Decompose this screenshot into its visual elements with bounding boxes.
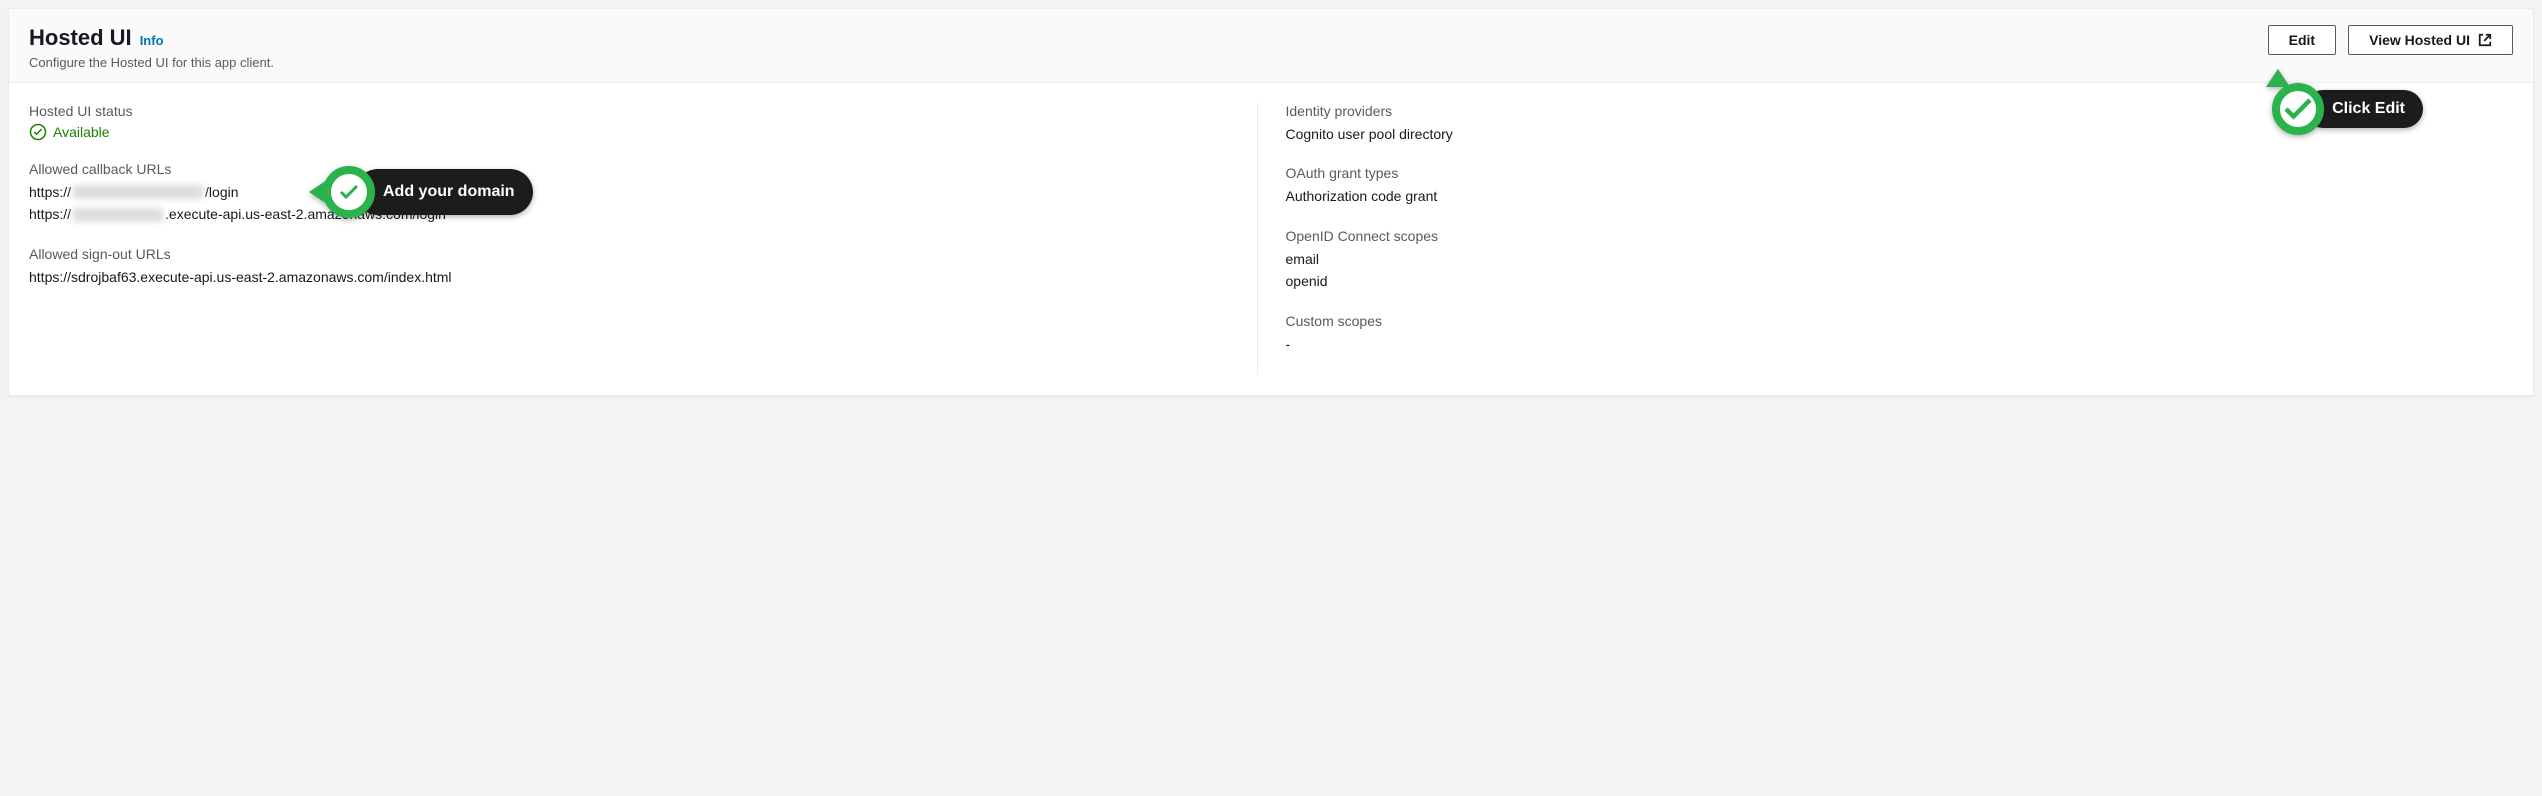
- callout-check-circle: [2272, 83, 2324, 135]
- status-value: Available: [53, 124, 110, 140]
- callout-check-circle: [323, 166, 375, 218]
- callback-label: Allowed callback URLs: [29, 161, 1237, 177]
- field-custom-scopes: Custom scopes -: [1286, 313, 2494, 355]
- hosted-ui-panel: Hosted UI Info Configure the Hosted UI f…: [8, 8, 2534, 396]
- panel-header: Hosted UI Info Configure the Hosted UI f…: [9, 9, 2533, 83]
- redacted-domain: [73, 208, 163, 222]
- scope-value-1: email: [1286, 248, 2494, 270]
- field-scopes: OpenID Connect scopes email openid: [1286, 228, 2494, 293]
- redacted-domain: [73, 185, 203, 199]
- subtitle: Configure the Hosted UI for this app cli…: [29, 55, 2268, 70]
- view-hosted-ui-label: View Hosted UI: [2369, 32, 2470, 48]
- signout-url-1: https://sdrojbaf63.execute-api.us-east-2…: [29, 266, 1237, 288]
- status-label: Hosted UI status: [29, 103, 1237, 119]
- check-icon: [2280, 91, 2316, 127]
- right-column: Identity providers Cognito user pool dir…: [1257, 103, 2514, 375]
- callback-url-2: https:// .execute-api.us-east-2.amazonaw…: [29, 203, 1237, 225]
- scope-value-2: openid: [1286, 270, 2494, 292]
- custom-scopes-value: -: [1286, 333, 2494, 355]
- scopes-label: OpenID Connect scopes: [1286, 228, 2494, 244]
- signout-label: Allowed sign-out URLs: [29, 246, 1237, 262]
- url-prefix: https://: [29, 181, 71, 203]
- callback-url-1: https:// /login Add your domain: [29, 181, 1237, 203]
- field-status: Hosted UI status Available: [29, 103, 1237, 141]
- url-prefix: https://: [29, 203, 71, 225]
- panel-body: Hosted UI status Available Allowed callb…: [9, 83, 2533, 395]
- left-column: Hosted UI status Available Allowed callb…: [29, 103, 1257, 375]
- header-left: Hosted UI Info Configure the Hosted UI f…: [29, 25, 2268, 70]
- status-value-row: Available: [29, 123, 1237, 141]
- url-suffix: /login: [205, 181, 238, 203]
- callout-add-domain: Add your domain: [309, 166, 533, 218]
- info-link[interactable]: Info: [140, 33, 164, 48]
- grant-label: OAuth grant types: [1286, 165, 2494, 181]
- header-actions: Edit View Hosted UI: [2268, 25, 2513, 55]
- grant-value: Authorization code grant: [1286, 185, 2494, 207]
- status-check-icon: [29, 123, 47, 141]
- callout-add-domain-label: Add your domain: [355, 169, 533, 215]
- custom-scopes-label: Custom scopes: [1286, 313, 2494, 329]
- edit-button-label: Edit: [2289, 32, 2315, 48]
- field-callback-urls: Allowed callback URLs https:// /login Ad…: [29, 161, 1237, 226]
- field-signout-urls: Allowed sign-out URLs https://sdrojbaf63…: [29, 246, 1237, 288]
- callout-click-edit: Click Edit: [2272, 69, 2423, 135]
- external-link-icon: [2478, 33, 2492, 47]
- check-icon: [337, 180, 361, 204]
- edit-button[interactable]: Edit: [2268, 25, 2336, 55]
- field-grant: OAuth grant types Authorization code gra…: [1286, 165, 2494, 207]
- page-title: Hosted UI: [29, 25, 132, 51]
- view-hosted-ui-button[interactable]: View Hosted UI: [2348, 25, 2513, 55]
